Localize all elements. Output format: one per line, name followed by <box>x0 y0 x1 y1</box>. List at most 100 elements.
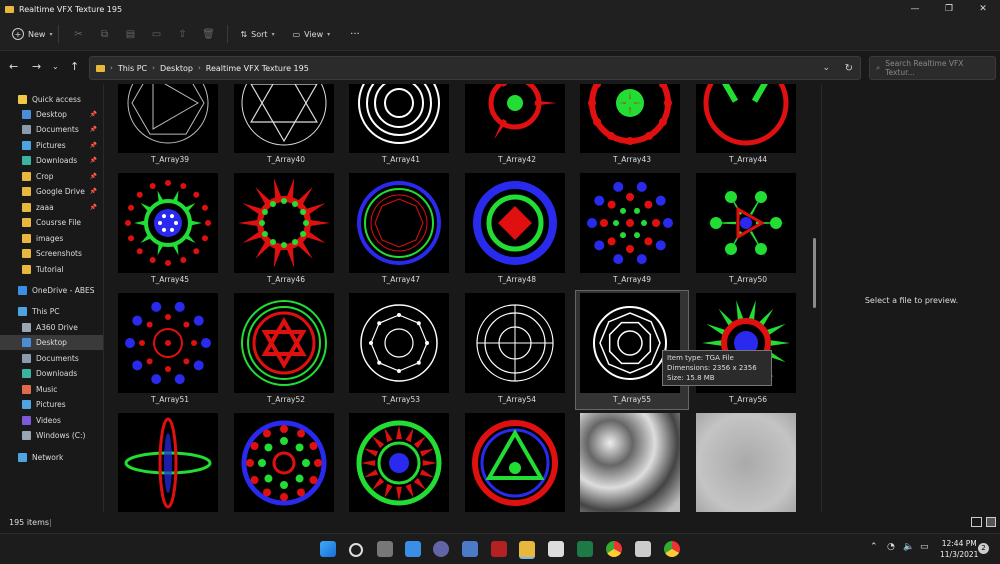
forward-arrow-icon[interactable]: → <box>32 60 41 73</box>
photos-icon[interactable] <box>635 541 651 557</box>
search-icon[interactable] <box>349 543 363 557</box>
file-name: T_Array41 <box>381 155 421 164</box>
widgets-icon[interactable] <box>405 541 421 557</box>
address-bar[interactable]: › This PC › Desktop › Realtime VFX Textu… <box>89 56 861 80</box>
recent-chevron-icon[interactable]: ⌄ <box>52 62 59 71</box>
address-dropdown-icon[interactable]: ⌄ <box>822 63 830 73</box>
sidebar-item[interactable]: Crop 📌 <box>0 169 103 184</box>
breadcrumb-this-pc[interactable]: This PC <box>118 64 147 73</box>
more-button[interactable]: ··· <box>350 29 360 40</box>
excel-icon[interactable] <box>577 541 593 557</box>
file-explorer-icon[interactable] <box>519 541 535 559</box>
sidebar-item[interactable]: Desktop <box>0 335 103 350</box>
file-tile[interactable]: T_Array59 <box>345 411 457 512</box>
sidebar-item[interactable]: Quick access <box>0 92 103 107</box>
file-tile[interactable]: T_Array39 <box>114 84 226 169</box>
sidebar-item[interactable]: Documents 📌 <box>0 122 103 137</box>
battery-icon[interactable]: ▭ <box>920 542 929 552</box>
sidebar-item[interactable]: Google Drive 📌 <box>0 184 103 199</box>
file-tile[interactable]: T_Aura01 <box>576 411 688 512</box>
file-tile[interactable]: T_Array50 <box>692 171 804 289</box>
vertical-scrollbar[interactable] <box>813 238 816 308</box>
calculator-icon[interactable] <box>462 541 478 557</box>
start-icon[interactable] <box>320 541 336 557</box>
copy-icon[interactable]: ⧉ <box>91 24 117 44</box>
sidebar-item[interactable]: Pictures 📌 <box>0 138 103 153</box>
file-tile[interactable]: T_Array41 <box>345 84 457 169</box>
search-box[interactable]: ⌕ Search Realtime VFX Textur... <box>869 56 996 80</box>
back-arrow-icon[interactable]: ← <box>9 60 18 73</box>
file-tile[interactable]: T_Array45 <box>114 171 226 289</box>
sidebar-item[interactable]: Cousrse File <box>0 215 103 230</box>
file-tile[interactable]: T_Array60 <box>461 411 573 512</box>
sidebar-item[interactable]: OneDrive - ABES <box>0 283 103 298</box>
maximize-button[interactable]: ❐ <box>932 0 966 18</box>
cut-icon[interactable]: ✂ <box>65 24 91 44</box>
file-tile[interactable]: T_Array43 <box>576 84 688 169</box>
texture-image <box>588 84 672 145</box>
file-tile[interactable]: T_Array58 <box>230 411 342 512</box>
large-icons-view-icon[interactable] <box>986 517 996 527</box>
minimize-button[interactable]: — <box>898 0 932 18</box>
file-tile[interactable]: T_Array49 <box>576 171 688 289</box>
sidebar-item[interactable]: Windows (C:) <box>0 428 103 443</box>
rename-icon[interactable]: ▭ <box>143 24 169 44</box>
sidebar-item-icon <box>22 431 31 440</box>
file-tile[interactable]: T_Array57 <box>114 411 226 512</box>
sidebar-item[interactable]: Downloads <box>0 366 103 381</box>
chevron-up-icon[interactable]: ⌃ <box>870 542 878 552</box>
sidebar-item[interactable]: Screenshots <box>0 246 103 261</box>
details-view-icon[interactable] <box>971 517 982 527</box>
sidebar-item[interactable]: Pictures <box>0 397 103 412</box>
volume-icon[interactable]: 🔈 <box>903 542 914 552</box>
snipping-tool-icon[interactable] <box>548 541 564 557</box>
file-name: T_Array56 <box>728 395 768 404</box>
file-tile[interactable]: T_Array40 <box>230 84 342 169</box>
sidebar-item[interactable]: Network <box>0 450 103 465</box>
file-tile[interactable]: T_Array54 <box>461 291 573 409</box>
sidebar-item[interactable]: Music <box>0 382 103 397</box>
refresh-icon[interactable]: ↻ <box>845 63 853 74</box>
sidebar-item-label: Music <box>36 385 58 394</box>
file-tile[interactable]: T_Array48 <box>461 171 573 289</box>
breadcrumb-current-folder[interactable]: Realtime VFX Texture 195 <box>206 64 309 73</box>
file-tile[interactable]: T_Array53 <box>345 291 457 409</box>
system-clock[interactable]: 12:44 PM 11/3/2021 <box>940 538 978 560</box>
chrome-profile-icon[interactable] <box>664 541 680 557</box>
wifi-icon[interactable]: ◔ <box>887 542 895 552</box>
texture-image <box>357 181 441 265</box>
chrome-icon[interactable] <box>606 541 622 557</box>
file-tile[interactable]: T_Array46 <box>230 171 342 289</box>
sidebar-item[interactable]: zaaa 📌 <box>0 200 103 215</box>
more-icon: ··· <box>350 28 360 40</box>
task-view-icon[interactable] <box>377 541 393 557</box>
texture-image <box>238 178 330 268</box>
new-button[interactable]: + New ▾ <box>12 28 52 40</box>
sidebar-item[interactable]: Tutorial <box>0 262 103 277</box>
share-icon[interactable]: ⇪ <box>169 24 195 44</box>
delete-icon[interactable]: 🗑 <box>195 24 221 44</box>
teams-chat-icon[interactable] <box>433 541 449 557</box>
view-button[interactable]: ▭ View ▾ <box>293 30 331 39</box>
close-button[interactable]: ✕ <box>966 0 1000 18</box>
notification-badge[interactable]: 2 <box>978 543 989 554</box>
autodesk-app-icon[interactable] <box>491 541 507 557</box>
sidebar-item[interactable]: A360 Drive <box>0 320 103 335</box>
sidebar-item[interactable]: Desktop 📌 <box>0 107 103 122</box>
file-tile[interactable]: T_Array52 <box>230 291 342 409</box>
sidebar-item[interactable]: This PC <box>0 304 103 319</box>
file-tile[interactable]: T_Array42 <box>461 84 573 169</box>
file-tile[interactable]: T_Array44 <box>692 84 804 169</box>
breadcrumb-desktop[interactable]: Desktop <box>160 64 193 73</box>
paste-icon[interactable]: ▤ <box>117 24 143 44</box>
sidebar-item[interactable]: Downloads 📌 <box>0 153 103 168</box>
file-tile[interactable]: T_Array47 <box>345 171 457 289</box>
sort-button[interactable]: ⇅ Sort ▾ <box>240 30 274 39</box>
sidebar-item[interactable]: Documents <box>0 351 103 366</box>
sidebar-item[interactable]: images <box>0 231 103 246</box>
up-arrow-icon[interactable]: ↑ <box>70 60 79 73</box>
file-name: T_Array51 <box>150 395 190 404</box>
file-tile[interactable]: T_Blurr01 <box>692 411 804 512</box>
sidebar-item[interactable]: Videos <box>0 413 103 428</box>
file-tile[interactable]: T_Array51 <box>114 291 226 409</box>
